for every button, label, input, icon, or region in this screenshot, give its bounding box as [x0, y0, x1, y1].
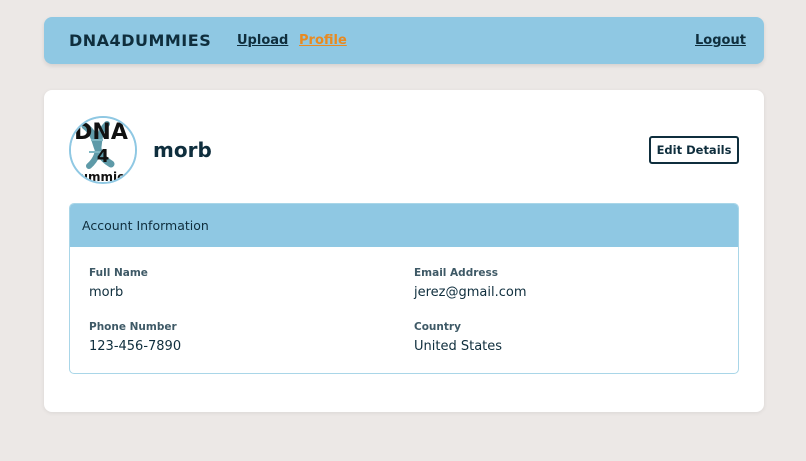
email-address-value: jerez@gmail.com [414, 285, 527, 300]
svg-text:Dummies: Dummies [71, 170, 132, 182]
logout-link[interactable]: Logout [695, 33, 746, 48]
avatar: DNA 4 Dummies [69, 116, 137, 184]
phone-number-value: 123-456-7890 [89, 339, 182, 354]
account-information-header: Account Information [70, 204, 738, 247]
edit-details-button[interactable]: Edit Details [649, 136, 739, 164]
email-address-label: Email Address [414, 267, 499, 279]
svg-text:4: 4 [97, 146, 110, 167]
full-name-label: Full Name [89, 267, 148, 279]
full-name-value: morb [89, 285, 124, 300]
dna-logo-image: DNA 4 Dummies [71, 118, 135, 182]
brand-logo-text[interactable]: DNA4DUMMIES [69, 31, 211, 50]
profile-card: DNA 4 Dummies morb Edit Details Account … [44, 90, 764, 412]
top-navbar: DNA4DUMMIES Upload Profile Logout [44, 17, 764, 64]
svg-text:DNA: DNA [74, 120, 128, 145]
nav-link-profile[interactable]: Profile [299, 33, 347, 48]
phone-number-label: Phone Number [89, 321, 177, 333]
nav-link-upload[interactable]: Upload [237, 33, 288, 48]
profile-username: morb [153, 138, 212, 162]
account-information-panel: Account Information Full Name morb Email… [69, 203, 739, 374]
country-label: Country [414, 321, 461, 333]
country-value: United States [414, 339, 503, 354]
